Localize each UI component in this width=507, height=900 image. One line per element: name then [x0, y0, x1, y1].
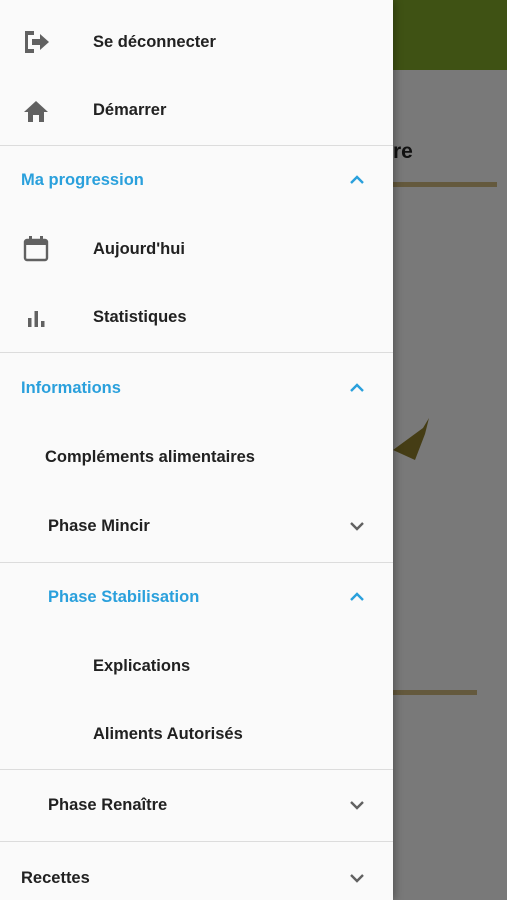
- drawer-item-label: Se déconnecter: [93, 33, 216, 51]
- drawer-item-supplements[interactable]: Compléments alimentaires: [0, 422, 393, 490]
- section-label: Informations: [21, 379, 121, 397]
- drawer-item-logout[interactable]: Se déconnecter: [0, 8, 393, 76]
- chevron-up-icon: [350, 175, 364, 184]
- subsection-phase-mincir-header[interactable]: Phase Mincir: [0, 491, 393, 561]
- subsection-label: Phase Mincir: [48, 517, 150, 535]
- drawer-item-today[interactable]: Aujourd'hui: [0, 215, 393, 283]
- section-progression-header[interactable]: Ma progression: [0, 146, 393, 214]
- drawer-item-allowed-foods[interactable]: Aliments Autorisés: [0, 700, 393, 768]
- drawer-item-explanations[interactable]: Explications: [0, 632, 393, 700]
- chevron-down-icon: [350, 801, 364, 810]
- drawer-item-label: Aliments Autorisés: [93, 725, 243, 743]
- chevron-down-icon: [350, 522, 364, 531]
- home-icon: [21, 96, 51, 126]
- drawer-item-label: Explications: [93, 657, 191, 675]
- logout-icon: [21, 27, 51, 57]
- drawer-item-label: Aujourd'hui: [93, 240, 185, 258]
- section-recipes-header[interactable]: Recettes: [0, 842, 393, 900]
- bar-chart-icon: [21, 303, 51, 333]
- subsection-label: Phase Stabilisation: [48, 588, 200, 606]
- subsection-phase-renaitre-header[interactable]: Phase Renaître: [0, 770, 393, 840]
- section-label: Ma progression: [21, 171, 144, 189]
- calendar-icon: [21, 234, 51, 264]
- chevron-down-icon: [350, 874, 364, 883]
- subsection-phase-stabilisation-header[interactable]: Phase Stabilisation: [0, 563, 393, 631]
- drawer-item-label: Compléments alimentaires: [45, 448, 255, 466]
- chevron-up-icon: [350, 592, 364, 601]
- section-label: Recettes: [21, 869, 90, 887]
- section-informations-header[interactable]: Informations: [0, 353, 393, 421]
- drawer-item-label: Statistiques: [93, 308, 187, 326]
- navigation-drawer: Se déconnecter Démarrer Ma progression A…: [0, 0, 393, 900]
- drawer-item-label: Démarrer: [93, 101, 167, 119]
- drawer-item-start[interactable]: Démarrer: [0, 76, 393, 144]
- drawer-item-statistics[interactable]: Statistiques: [0, 283, 393, 351]
- chevron-up-icon: [350, 383, 364, 392]
- subsection-label: Phase Renaître: [48, 796, 168, 814]
